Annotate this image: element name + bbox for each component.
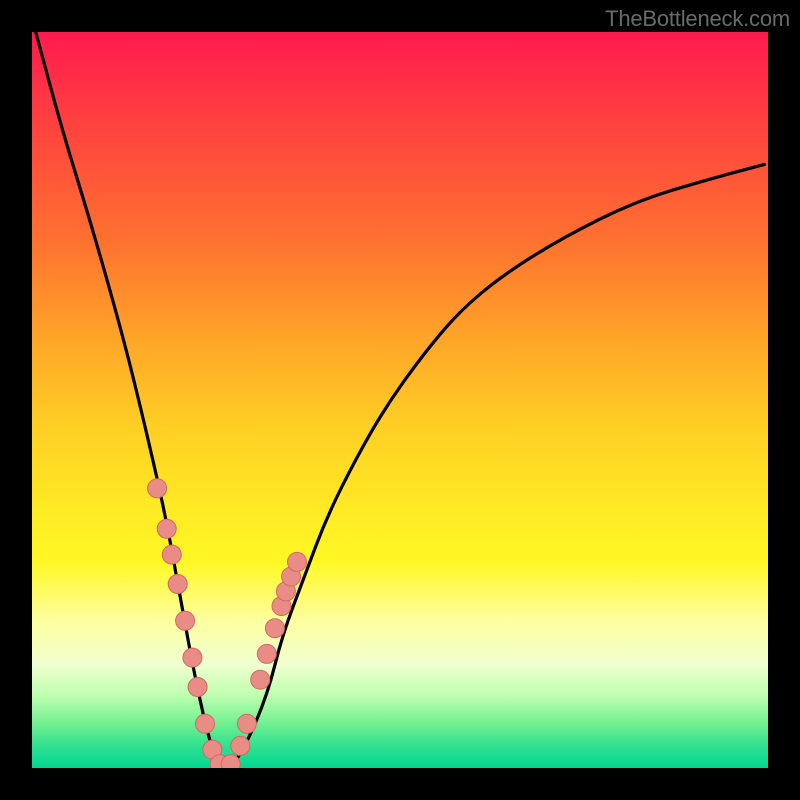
data-markers — [148, 479, 307, 768]
marker-dot — [148, 479, 167, 498]
watermark-text: TheBottleneck.com — [605, 6, 790, 32]
marker-dot — [162, 545, 181, 564]
marker-dot — [188, 678, 207, 697]
marker-dot — [288, 552, 307, 571]
plot-area — [32, 32, 768, 768]
bottleneck-curve — [36, 32, 765, 768]
marker-dot — [183, 648, 202, 667]
marker-dot — [231, 736, 250, 755]
curve-layer — [32, 32, 768, 768]
marker-dot — [176, 611, 195, 630]
marker-dot — [237, 714, 256, 733]
marker-dot — [196, 714, 215, 733]
marker-dot — [257, 644, 276, 663]
chart-frame: TheBottleneck.com — [0, 0, 800, 800]
marker-dot — [157, 519, 176, 538]
marker-dot — [251, 670, 270, 689]
marker-dot — [265, 619, 284, 638]
marker-dot — [168, 575, 187, 594]
